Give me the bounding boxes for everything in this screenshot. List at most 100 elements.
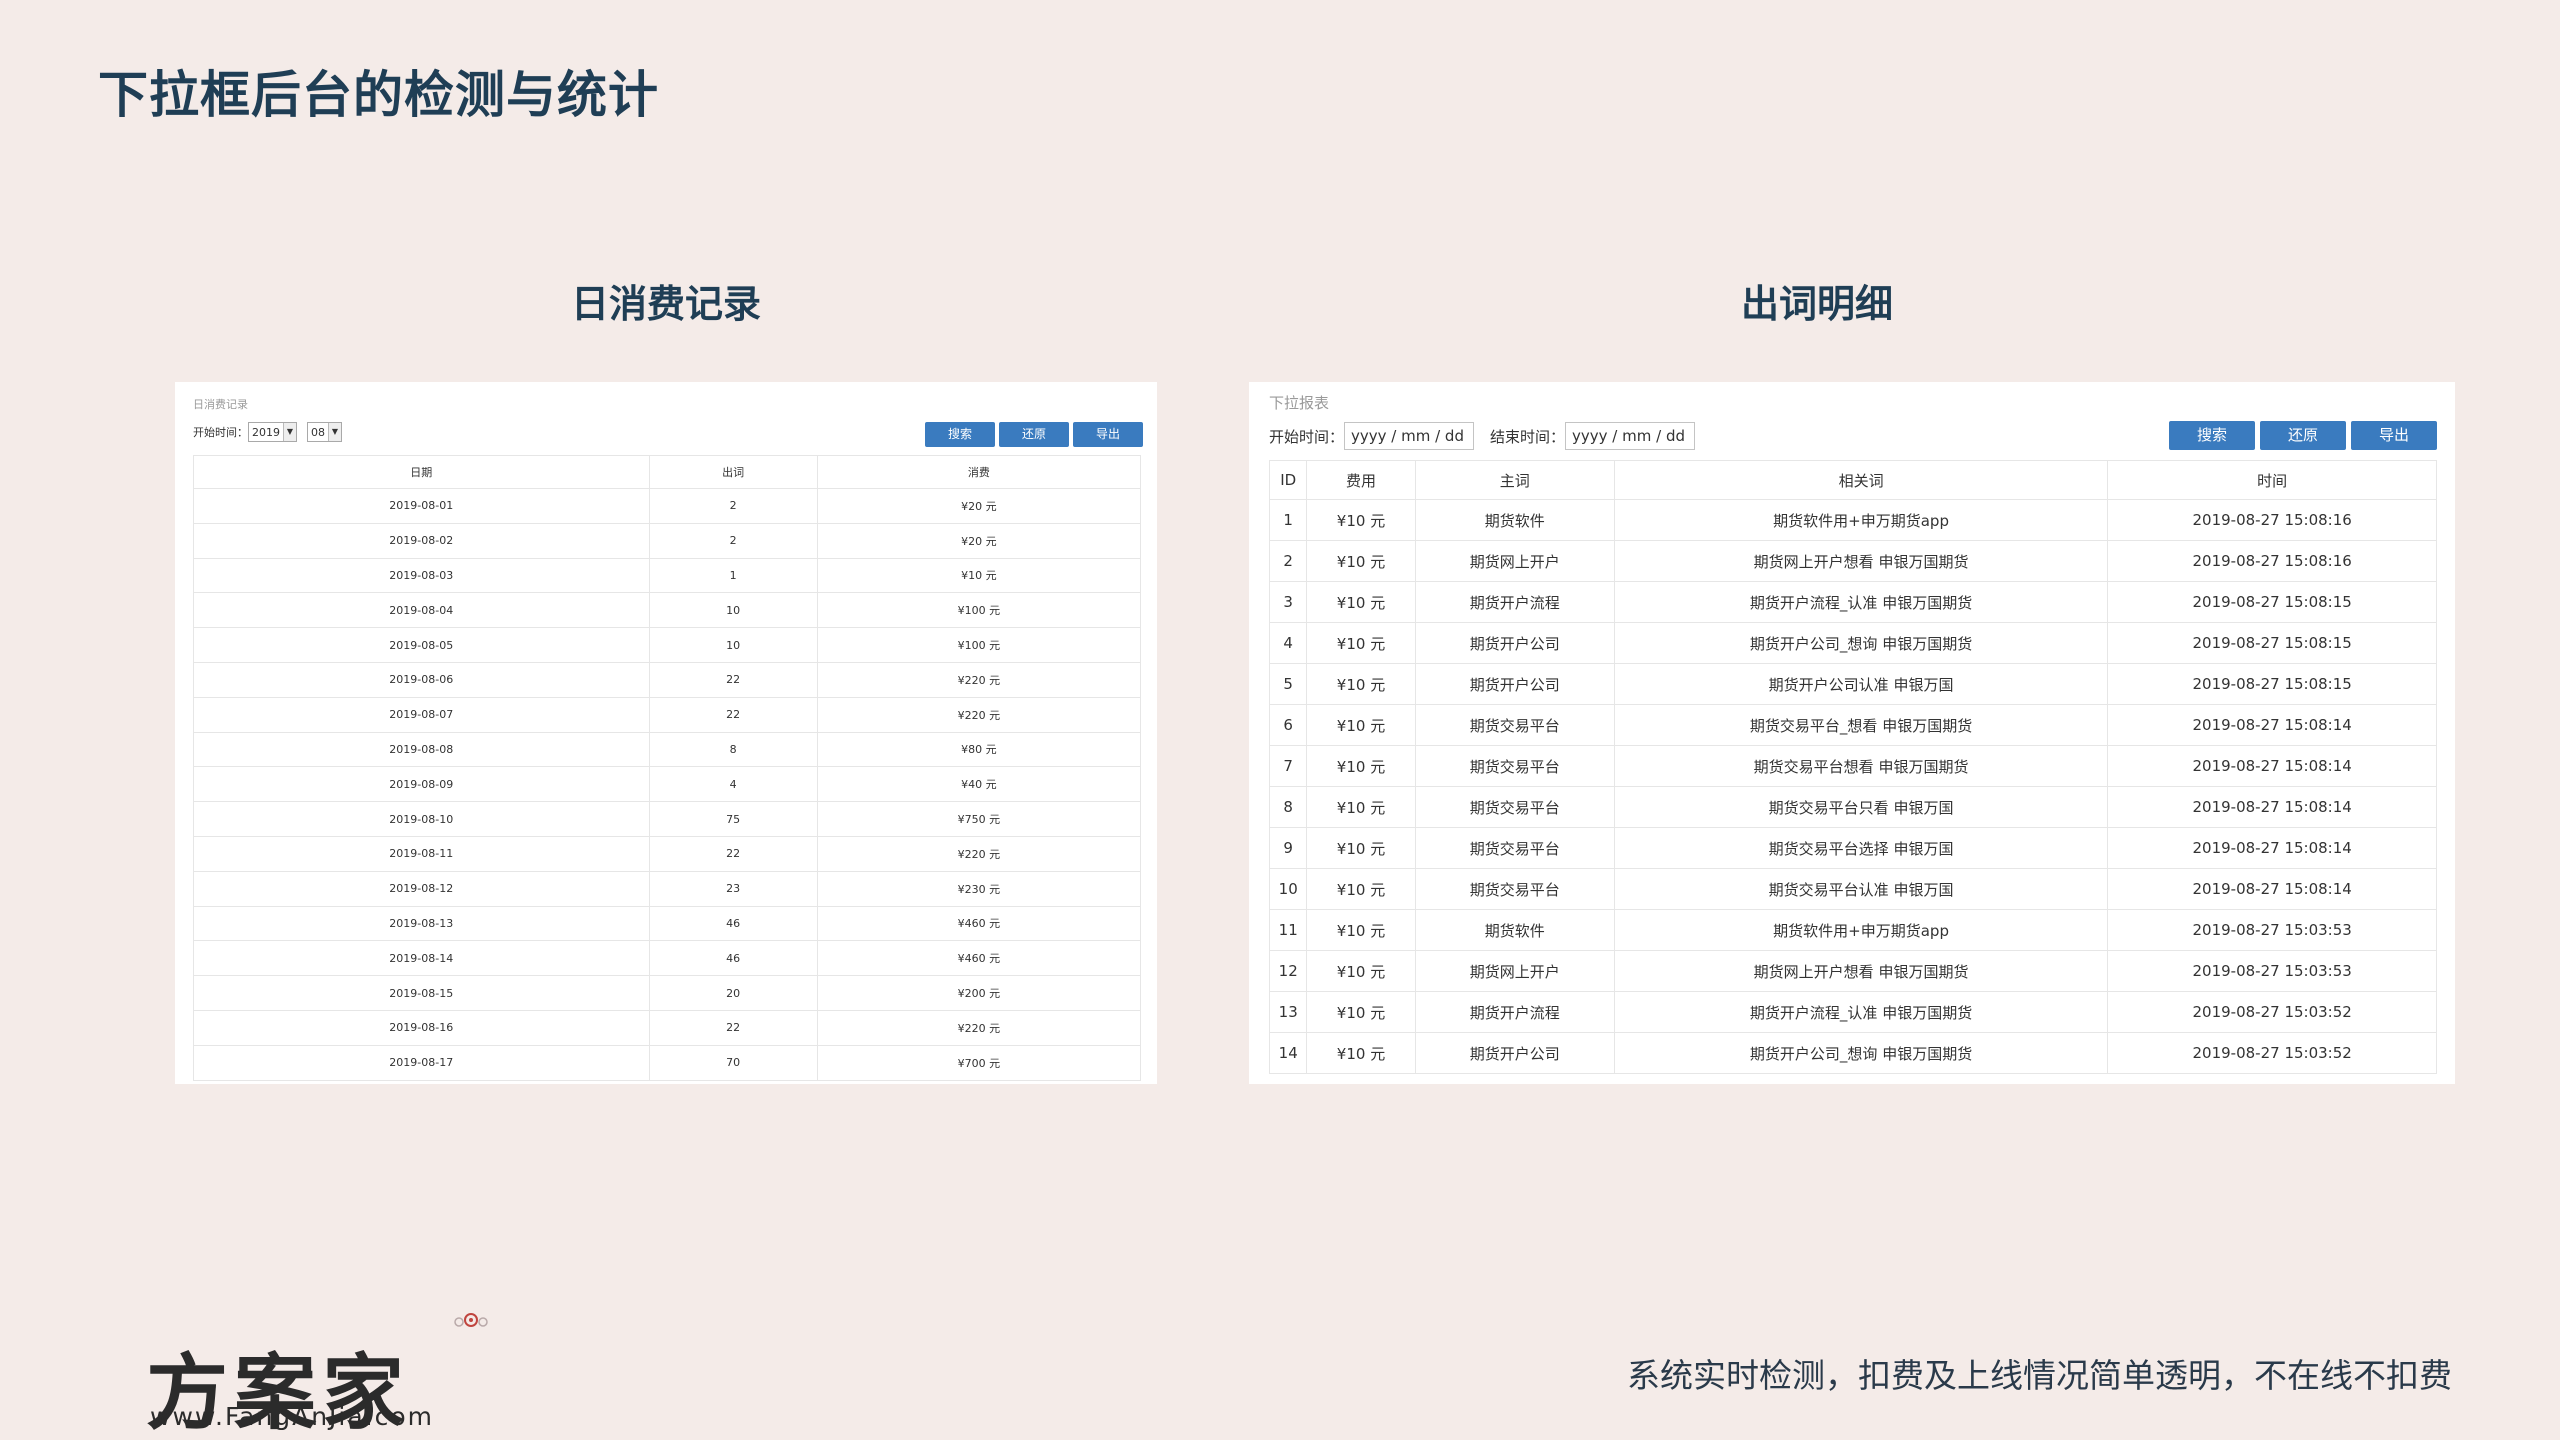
table-cell: 2019-08-27 15:08:14 bbox=[2107, 786, 2437, 828]
table-cell: 期货软件用+申万期货app bbox=[1613, 499, 2109, 541]
table-row: 1 ¥10 元期货软件 期货软件用+申万期货app 2019-08-27 15:08:… bbox=[1268, 499, 2437, 541]
right-column-header: 时间 bbox=[2107, 460, 2437, 500]
table-cell: ¥220 元 bbox=[816, 696, 1142, 733]
year-select[interactable]: 2019 ▼ bbox=[248, 422, 297, 442]
table-cell: 22 bbox=[648, 835, 818, 872]
table-cell: 期货交易平台想看 申银万国期货 bbox=[1613, 745, 2109, 787]
chevron-down-icon: ▼ bbox=[283, 423, 296, 441]
table-cell: ¥220 元 bbox=[816, 1009, 1142, 1046]
daily-consumption-panel: 日消费记录 开始时间： 2019 ▼ 08 ▼ 搜索 还原 导出 日期 出词 消费 … bbox=[175, 382, 1157, 1084]
table-cell: 6 bbox=[1268, 704, 1308, 746]
table-cell: 10 bbox=[648, 592, 818, 629]
table-cell: 70 bbox=[648, 1044, 818, 1081]
table-cell: 2019-08-17 bbox=[193, 1044, 650, 1081]
table-row: 10 ¥10 元期货交易平台 期货交易平台认准 申银万国 2019-08-27 15:… bbox=[1268, 868, 2437, 910]
table-cell: 4 bbox=[1268, 622, 1308, 664]
table-cell: 46 bbox=[648, 905, 818, 942]
table-cell: ¥220 元 bbox=[816, 661, 1142, 698]
right-column-header: 相关词 bbox=[1613, 460, 2109, 500]
table-cell: ¥10 元 bbox=[1306, 540, 1416, 582]
table-cell: 期货软件 bbox=[1414, 499, 1615, 541]
table-row: 5 ¥10 元期货开户公司 期货开户公司认准 申银万国 2019-08-27 15:0… bbox=[1268, 663, 2437, 705]
right-column-header: ID bbox=[1268, 460, 1308, 500]
reset-button[interactable]: 还原 bbox=[999, 422, 1069, 447]
table-cell: 3 bbox=[1268, 581, 1308, 623]
table-cell: 期货网上开户想看 申银万国期货 bbox=[1613, 950, 2109, 992]
table-row: 2019-08-10 75 ¥750 元 bbox=[193, 801, 1142, 837]
table-cell: 23 bbox=[648, 870, 818, 907]
table-row: 2019-08-02 2 ¥20 元 bbox=[193, 522, 1142, 559]
table-cell: ¥220 元 bbox=[816, 835, 1142, 872]
table-row: 2019-08-08 8 ¥80 元 bbox=[193, 731, 1142, 768]
table-cell: 2019-08-27 15:08:15 bbox=[2107, 581, 2437, 623]
month-select[interactable]: 08 ▼ bbox=[307, 422, 342, 442]
right-column-header: 主词 bbox=[1414, 460, 1615, 500]
keyword-detail-panel: 下拉报表 开始时间： yyyy / mm / dd 结束时间： yyyy / m… bbox=[1249, 382, 2455, 1084]
keyword-detail-heading: 出词明细 bbox=[1740, 282, 1893, 326]
table-cell: 11 bbox=[1268, 909, 1308, 951]
table-cell: 期货网上开户 bbox=[1414, 540, 1615, 582]
table-cell: ¥10 元 bbox=[1306, 827, 1416, 869]
table-cell: 2019-08-27 15:03:53 bbox=[2107, 909, 2437, 951]
table-cell: ¥10 元 bbox=[1306, 704, 1416, 746]
table-cell: ¥10 元 bbox=[1306, 868, 1416, 910]
table-cell: 期货软件用+申万期货app bbox=[1613, 909, 2109, 951]
search-button[interactable]: 搜索 bbox=[925, 422, 995, 447]
table-cell: 期货网上开户想看 申银万国期货 bbox=[1613, 540, 2109, 582]
action-buttons: 搜索 还原 导出 bbox=[2164, 421, 2437, 450]
table-cell: 2019-08-27 15:03:52 bbox=[2107, 1032, 2437, 1074]
table-cell: 期货软件 bbox=[1414, 909, 1615, 951]
table-cell: ¥10 元 bbox=[1306, 1032, 1416, 1074]
reset-button[interactable]: 还原 bbox=[2260, 421, 2346, 450]
export-button[interactable]: 导出 bbox=[2351, 421, 2437, 450]
end-date-input[interactable]: yyyy / mm / dd bbox=[1565, 422, 1696, 450]
table-cell: ¥10 元 bbox=[1306, 581, 1416, 623]
table-cell: 期货交易平台选择 申银万国 bbox=[1613, 827, 2109, 869]
table-cell: 14 bbox=[1268, 1032, 1308, 1074]
start-date-input[interactable]: yyyy / mm / dd bbox=[1344, 422, 1475, 450]
table-cell: ¥200 元 bbox=[816, 975, 1142, 1011]
right-column-header: 费用 bbox=[1306, 460, 1416, 500]
page-title: 下拉框后台的检测与统计 bbox=[98, 66, 659, 124]
table-cell: 2019-08-10 bbox=[193, 801, 650, 837]
table-row: 8 ¥10 元期货交易平台 期货交易平台只看 申银万国 2019-08-27 15:0… bbox=[1268, 786, 2437, 828]
table-cell: 9 bbox=[1268, 827, 1308, 869]
table-cell: ¥20 元 bbox=[816, 488, 1142, 524]
keyword-detail-table: ID 费用 主词 相关词 时间 1 ¥10 元期货软件 期货软件用+申万期货app 2019-… bbox=[1268, 460, 2437, 1074]
action-buttons: 搜索 还原 导出 bbox=[921, 422, 1143, 447]
table-cell: 2019-08-27 15:03:52 bbox=[2107, 991, 2437, 1033]
logo-mark-icon bbox=[454, 1313, 488, 1327]
table-cell: 22 bbox=[648, 1009, 818, 1046]
daily-consumption-table: 日期 出词 消费 2019-08-01 2 ¥20 元 2019-08-02 2 ¥20 元2… bbox=[193, 455, 1142, 1081]
table-row: 12 ¥10 元期货网上开户 期货网上开户想看 申银万国期货 2019-08-27 1… bbox=[1268, 950, 2437, 992]
table-cell: 2019-08-15 bbox=[193, 975, 650, 1011]
date-range-filter: 开始时间： yyyy / mm / dd 结束时间： yyyy / mm / d… bbox=[1269, 422, 1711, 450]
table-row: 2019-08-03 1 ¥10 元 bbox=[193, 557, 1142, 594]
table-cell: 2019-08-13 bbox=[193, 905, 650, 942]
panel-caption: 日消费记录 bbox=[193, 398, 248, 411]
search-button[interactable]: 搜索 bbox=[2169, 421, 2255, 450]
table-cell: ¥10 元 bbox=[1306, 786, 1416, 828]
table-cell: 2019-08-09 bbox=[193, 766, 650, 803]
export-button[interactable]: 导出 bbox=[1073, 422, 1143, 447]
table-cell: 期货开户流程 bbox=[1414, 581, 1615, 623]
table-cell: 期货开户公司_想询 申银万国期货 bbox=[1613, 622, 2109, 664]
table-cell: 期货开户公司 bbox=[1414, 1032, 1615, 1074]
table-cell: 2019-08-27 15:08:14 bbox=[2107, 827, 2437, 869]
table-cell: ¥700 元 bbox=[816, 1044, 1142, 1081]
table-row: 9 ¥10 元期货交易平台 期货交易平台选择 申银万国 2019-08-27 15:0… bbox=[1268, 827, 2437, 869]
table-cell: 4 bbox=[648, 766, 818, 803]
table-cell: ¥40 元 bbox=[816, 766, 1142, 803]
table-cell: ¥10 元 bbox=[1306, 909, 1416, 951]
table-row: 14 ¥10 元期货开户公司 期货开户公司_想询 申银万国期货 2019-08-27 … bbox=[1268, 1032, 2437, 1074]
table-cell: 2019-08-16 bbox=[193, 1009, 650, 1046]
table-row: 2019-08-05 10 ¥100 元 bbox=[193, 627, 1142, 663]
table-cell: 期货交易平台只看 申银万国 bbox=[1613, 786, 2109, 828]
table-row: 2019-08-12 23 ¥230 元 bbox=[193, 870, 1142, 907]
table-cell: 2019-08-04 bbox=[193, 592, 650, 629]
table-cell: ¥10 元 bbox=[1306, 663, 1416, 705]
table-cell: 2 bbox=[648, 522, 818, 559]
table-cell: ¥20 元 bbox=[816, 522, 1142, 559]
table-cell: 2019-08-27 15:08:16 bbox=[2107, 540, 2437, 582]
table-cell: 期货开户流程_认准 申银万国期货 bbox=[1613, 991, 2109, 1033]
